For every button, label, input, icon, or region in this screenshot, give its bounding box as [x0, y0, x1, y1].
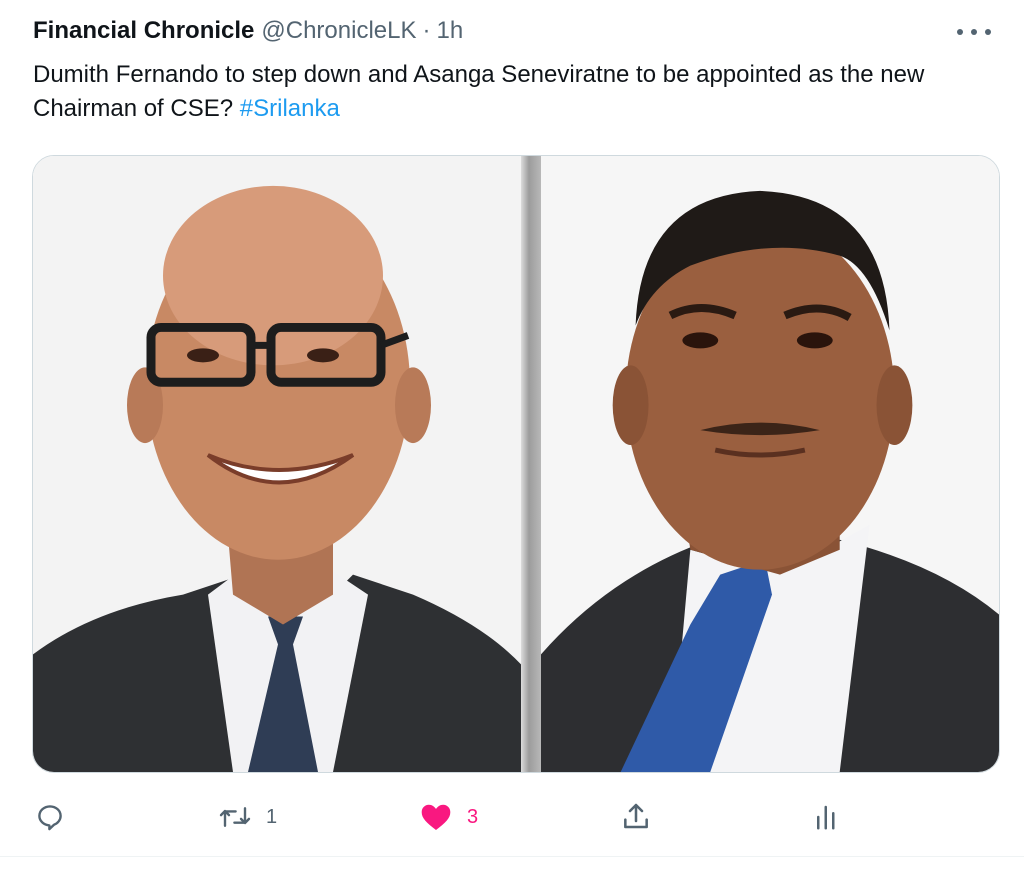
share-button[interactable]	[620, 795, 652, 839]
analytics-icon	[817, 805, 835, 830]
tweet-timestamp[interactable]: 1h	[437, 16, 464, 46]
header-separator: ·	[422, 17, 431, 44]
tweet-divider	[0, 856, 1024, 857]
more-options-icon[interactable]	[957, 22, 991, 42]
analytics-button[interactable]	[812, 795, 842, 839]
like-count: 3	[467, 805, 479, 828]
photo-left[interactable]	[33, 156, 521, 772]
author-display-name[interactable]: Financial Chronicle	[33, 16, 254, 46]
tweet-text: Dumith Fernando to step down and Asanga …	[33, 58, 1003, 126]
tweet[interactable]: Financial Chronicle @ChronicleLK · 1h Du…	[0, 0, 1024, 873]
retweet-button[interactable]: 1	[218, 795, 277, 839]
heart-icon-filled	[421, 804, 451, 830]
like-button[interactable]: 3	[419, 795, 478, 839]
photo-right[interactable]	[541, 156, 999, 772]
photo-divider	[521, 156, 541, 772]
retweet-icon	[219, 807, 251, 827]
retweet-count: 1	[266, 805, 278, 828]
share-icon	[624, 803, 648, 829]
reply-icon	[38, 805, 62, 831]
tweet-actions: 1 3	[0, 795, 1024, 839]
hashtag-link[interactable]: #Srilanka	[240, 95, 340, 122]
tweet-media[interactable]	[32, 155, 1000, 773]
author-handle[interactable]: @ChronicleLK	[261, 16, 416, 46]
tweet-body: Dumith Fernando to step down and Asanga …	[33, 61, 925, 122]
tweet-header: Financial Chronicle @ChronicleLK · 1h	[33, 16, 463, 46]
reply-button[interactable]	[35, 795, 65, 839]
